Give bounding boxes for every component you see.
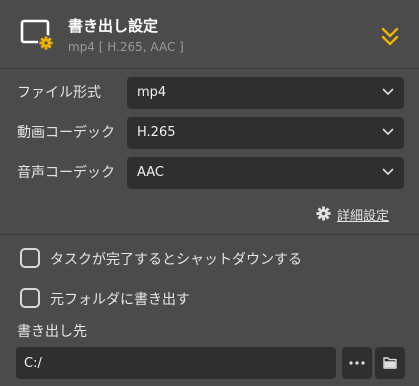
chevron-down-icon <box>382 128 394 136</box>
source-folder-checkbox[interactable] <box>20 288 40 308</box>
audio-codec-value: AAC <box>137 165 164 180</box>
shutdown-checkbox[interactable] <box>20 248 40 268</box>
audio-codec-select[interactable]: AAC <box>127 157 404 189</box>
ellipsis-icon <box>349 361 365 365</box>
file-format-select[interactable]: mp4 <box>127 77 404 109</box>
source-folder-label: 元フォルダに書き出す <box>50 292 190 308</box>
destination-label: 書き出し先 <box>17 324 87 340</box>
gear-icon <box>316 206 331 221</box>
file-format-value: mp4 <box>137 85 167 100</box>
chevron-down-icon <box>382 168 394 176</box>
file-format-label: ファイル形式 <box>17 85 101 101</box>
panel-header: 書き出し設定 mp4 [ H.265, AAC ] <box>0 0 419 68</box>
audio-codec-label: 音声コーデック <box>17 165 115 181</box>
format-summary: mp4 [ H.265, AAC ] <box>68 40 184 54</box>
section-divider <box>0 234 419 235</box>
header-divider <box>0 68 419 69</box>
open-folder-button[interactable] <box>375 347 405 379</box>
export-settings-panel: 書き出し設定 mp4 [ H.265, AAC ] ファイル形式 mp4 動画コ… <box>0 0 419 386</box>
browse-options-button[interactable] <box>342 347 372 379</box>
video-codec-select[interactable]: H.265 <box>127 117 404 149</box>
advanced-settings-label: 詳細設定 <box>337 209 390 224</box>
panel-title: 書き出し設定 <box>68 17 159 35</box>
double-chevron-down-icon[interactable] <box>380 26 400 48</box>
video-codec-value: H.265 <box>137 125 176 140</box>
video-codec-label: 動画コーデック <box>17 125 115 141</box>
shutdown-label: タスクが完了するとシャットダウンする <box>50 252 302 268</box>
folder-icon <box>383 357 397 369</box>
monitor-gear-icon <box>20 19 54 51</box>
chevron-down-icon <box>382 88 394 96</box>
destination-path-input[interactable] <box>16 347 336 379</box>
